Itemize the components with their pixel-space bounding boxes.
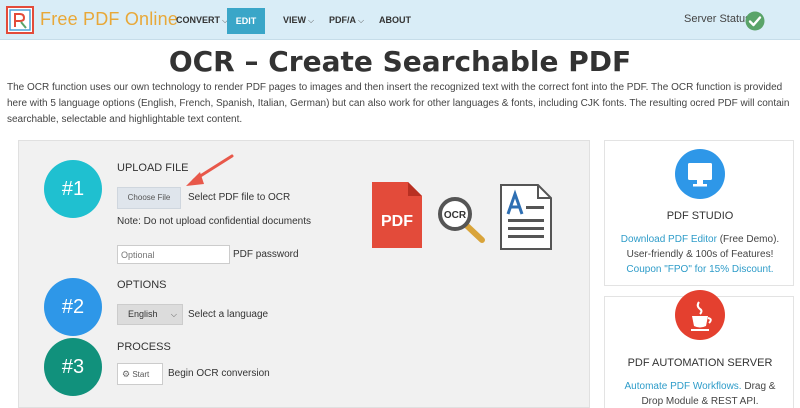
java-cup-icon [675, 290, 725, 340]
chevron-down-icon: ⌵ [308, 16, 315, 25]
confidential-note: Note: Do not upload confidential documen… [117, 216, 312, 227]
top-navigation-bar: Free PDF Online CONVERT ⌵ EDIT VIEW ⌵ PDF/… [0, 0, 800, 40]
pdf-file-icon: PDF [372, 182, 422, 248]
page-title: OCR – Create Searchable PDF [168, 45, 632, 78]
pdf-password-input[interactable] [117, 245, 230, 264]
chevron-down-icon: ⌵ [358, 16, 365, 25]
intro-paragraph: The OCR function uses our own technology… [7, 82, 790, 125]
automate-pdf-workflows-link[interactable]: Automate PDF Workflows. [625, 381, 742, 392]
brand-name[interactable]: Free PDF Online [40, 9, 178, 30]
language-hint: Select a language [188, 309, 269, 320]
start-ocr-button[interactable]: ⚙ Start [117, 363, 163, 385]
gears-icon: ⚙ [122, 369, 131, 379]
nav-view-label: VIEW [283, 15, 307, 25]
ocr-tool-panel [18, 140, 590, 408]
choose-file-button[interactable]: Choose File [117, 187, 181, 209]
text-document-icon [500, 184, 552, 250]
ocr-magnifier-icon: OCR [438, 197, 485, 243]
pdf-automation-description: Automate PDF Workflows. Drag & Drop Modu… [613, 379, 787, 408]
nav-about-label: ABOUT [379, 15, 411, 25]
nav-convert-label: CONVERT [176, 15, 221, 25]
start-button-label: Start [132, 370, 150, 379]
download-pdf-editor-link[interactable]: Download PDF Editor [621, 234, 717, 245]
chevron-down-icon: ⌵ [170, 310, 177, 319]
process-heading: PROCESS [117, 341, 171, 353]
nav-edit[interactable]: EDIT [227, 8, 265, 34]
status-check-icon [745, 11, 765, 31]
pdf-automation-title: PDF AUTOMATION SERVER [627, 357, 773, 369]
step-3-badge: #3 [44, 338, 102, 396]
pdf-studio-card: PDF STUDIO Download PDF Editor (Free Dem… [604, 140, 794, 286]
language-select-value: English [128, 309, 158, 319]
pdf-studio-title: PDF STUDIO [666, 210, 734, 222]
coupon-link[interactable]: Coupon "FPO" for 15% Discount. [626, 264, 773, 275]
monitor-icon [675, 149, 725, 199]
pdf-studio-description: Download PDF Editor (Free Demo). User-fr… [613, 232, 787, 277]
server-status-label: Server Status: [684, 13, 754, 25]
start-hint: Begin OCR conversion [168, 368, 270, 379]
nav-view[interactable]: VIEW ⌵ [283, 0, 314, 40]
language-select[interactable]: English ⌵ [117, 304, 183, 325]
pointer-arrow-icon [186, 154, 234, 186]
select-file-hint: Select PDF file to OCR [188, 192, 291, 203]
pdf-icon-label: PDF [381, 213, 413, 230]
ocr-icon-label: OCR [444, 210, 467, 221]
nav-convert[interactable]: CONVERT ⌵ [176, 0, 228, 40]
step-2-badge: #2 [44, 278, 102, 336]
pdf-password-label: PDF password [233, 249, 299, 260]
nav-pdfa-label: PDF/A [329, 15, 356, 25]
step-1-badge: #1 [44, 160, 102, 218]
upload-file-heading: UPLOAD FILE [117, 162, 189, 174]
nav-pdfa[interactable]: PDF/A ⌵ [329, 0, 364, 40]
logo-icon[interactable] [6, 6, 34, 34]
nav-about[interactable]: ABOUT [379, 0, 411, 40]
pdf-automation-card: PDF AUTOMATION SERVER Automate PDF Workf… [604, 290, 794, 408]
options-heading: OPTIONS [117, 279, 167, 291]
